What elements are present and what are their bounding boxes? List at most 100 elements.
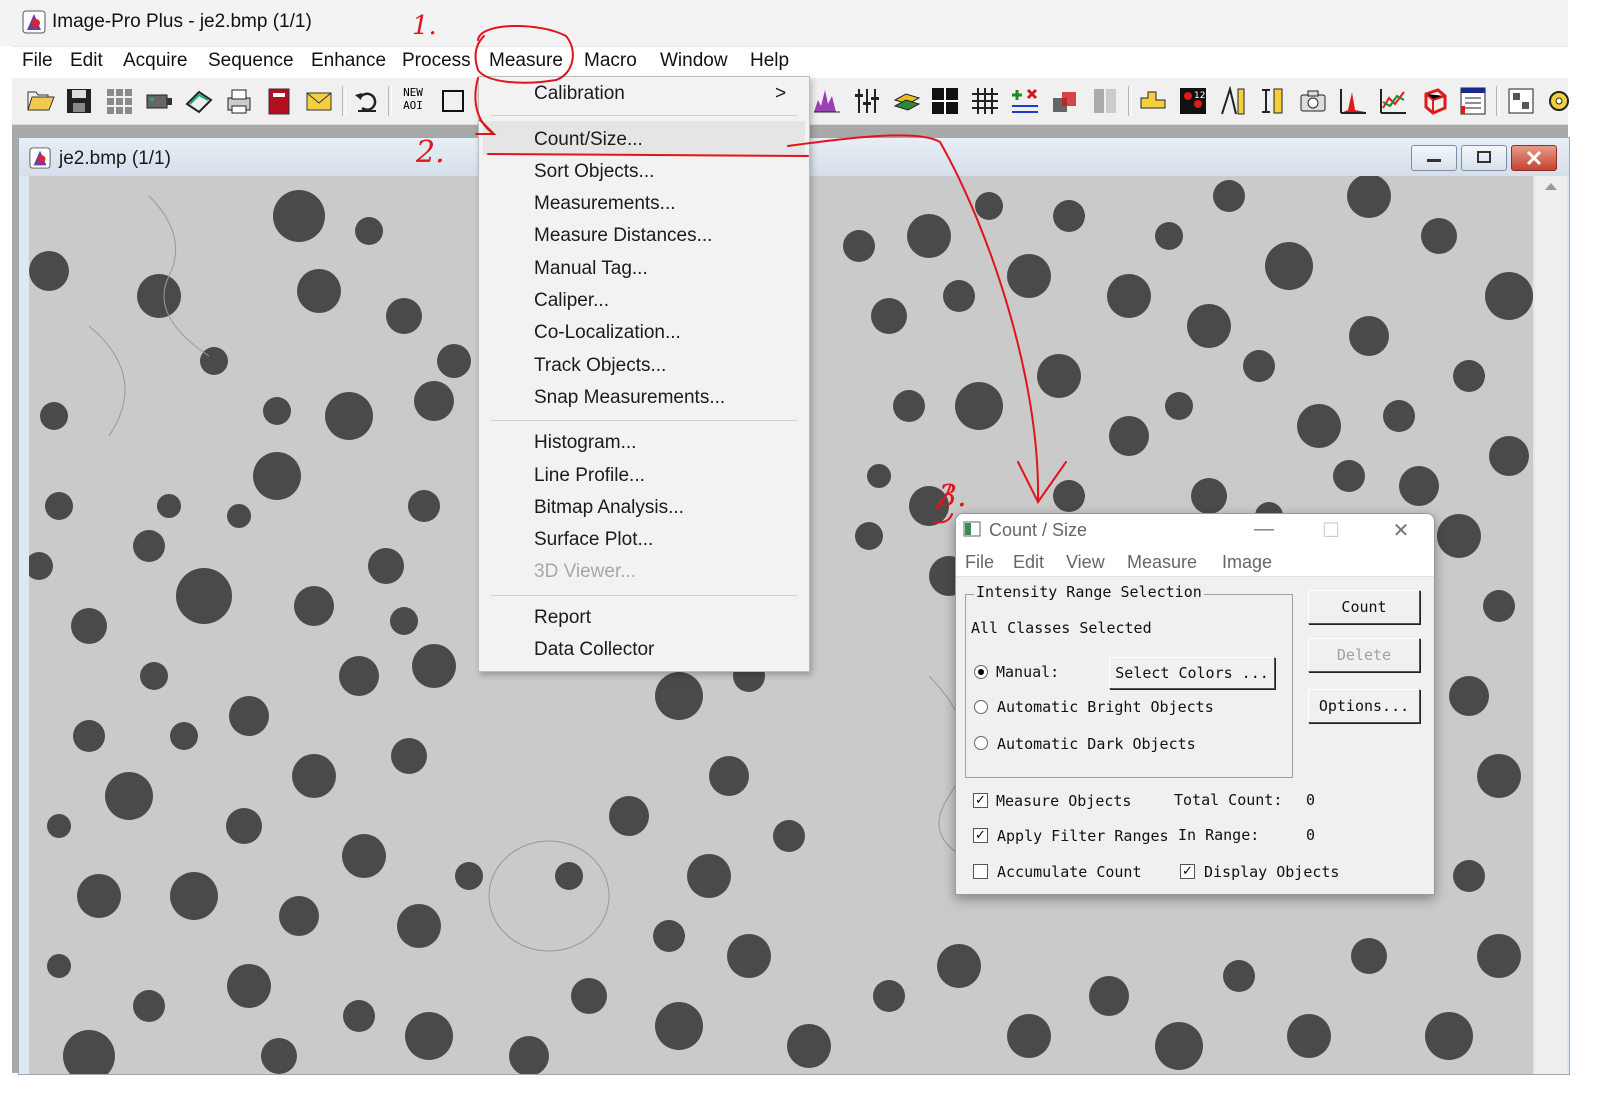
menu-item-calibration[interactable]: Calibration [534,83,625,105]
measure-objects-checkbox[interactable]: ✓ [973,793,988,808]
menu-item-manual-tag[interactable]: Manual Tag... [534,258,648,280]
scroll-up-arrow-icon[interactable] [1535,176,1567,196]
menu-item-co-localization[interactable]: Co-Localization... [534,322,681,344]
menu-item-measurements[interactable]: Measurements... [534,193,676,215]
rectangle-aoi-icon[interactable] [438,86,468,116]
count-objects-icon[interactable]: 12 [1178,86,1208,116]
grid-lines-icon[interactable] [970,86,1000,116]
line-profile-icon[interactable] [1338,86,1368,116]
toolbar-separator [1128,86,1132,116]
dialog-menu-measure[interactable]: Measure [1127,552,1197,573]
undo-icon[interactable] [352,86,382,116]
report-icon[interactable] [1458,86,1488,116]
count-button[interactable]: Count [1308,590,1420,624]
snapshot-camera-icon[interactable] [1298,86,1328,116]
histogram-icon[interactable] [812,86,842,116]
ruler-icon[interactable] [1258,86,1288,116]
bar-sliders-icon[interactable] [852,86,882,116]
display-objects-checkbox[interactable]: ✓ [1180,864,1195,879]
menu-item-sort-objects[interactable]: Sort Objects... [534,161,654,183]
options-button-label: Options... [1318,697,1410,715]
dialog-title-bar[interactable]: Count / Size — ☐ ✕ [956,514,1434,548]
classes-status-text: All Classes Selected [971,619,1152,637]
open-folder-icon[interactable] [26,86,56,116]
menu-item-data-collector[interactable]: Data Collector [534,639,654,661]
dialog-close-button[interactable]: ✕ [1386,518,1416,543]
app-title-bar: Image-Pro Plus - je2.bmp (1/1) [0,0,1568,46]
vertical-scrollbar[interactable] [1535,176,1567,1074]
menu-item-bitmap-analysis[interactable]: Bitmap Analysis... [534,497,684,519]
quad-split-icon[interactable] [930,86,960,116]
menu-acquire[interactable]: Acquire [123,50,187,72]
toolbar-separator [388,86,392,116]
menu-item-count-size[interactable]: Count/Size... [534,129,643,151]
image-window-logo-icon [29,147,51,169]
menu-item-track-objects[interactable]: Track Objects... [534,355,666,377]
camera-acquire-icon[interactable] [144,86,174,116]
window-restore-button[interactable] [1461,145,1507,171]
overlay-icon[interactable] [1050,86,1080,116]
window-close-button[interactable] [1511,145,1557,171]
new-aoi-button[interactable]: NEW AOI [398,86,428,116]
dialog-menu-file[interactable]: File [965,552,994,573]
add-remove-icon[interactable] [1010,86,1040,116]
print-icon[interactable] [224,86,254,116]
count-size-dialog: Count / Size — ☐ ✕ File Edit View Measur… [955,513,1435,895]
new-aoi-label-line1: NEW [403,86,423,99]
grayscale-bar-icon[interactable] [1090,86,1120,116]
menu-separator [491,595,797,596]
select-colors-button[interactable]: Select Colors ... [1109,657,1275,689]
menu-sequence[interactable]: Sequence [208,50,294,72]
intensity-range-group-title: Intensity Range Selection [974,583,1204,601]
menu-measure[interactable]: Measure [489,50,563,72]
grid-icon[interactable] [104,86,134,116]
book-icon[interactable] [264,86,294,116]
data-collector-icon[interactable] [1506,86,1536,116]
menu-item-measure-distances[interactable]: Measure Distances... [534,225,712,247]
layers-icon[interactable] [892,86,922,116]
mail-icon[interactable] [304,86,334,116]
menu-separator [491,420,797,421]
menu-edit[interactable]: Edit [70,50,103,72]
dialog-menu-view[interactable]: View [1066,552,1105,573]
menu-window[interactable]: Window [660,50,728,72]
manual-radio[interactable] [974,665,988,679]
total-count-label: Total Count: [1174,791,1283,809]
save-icon[interactable] [64,86,94,116]
minimize-icon [1427,159,1441,162]
automatic-dark-label: Automatic Dark Objects [997,735,1196,753]
profile-measure-icon[interactable] [1138,86,1168,116]
app-logo-icon [22,10,46,34]
menu-item-snap-measurements[interactable]: Snap Measurements... [534,387,725,409]
3d-cube-icon[interactable] [1418,86,1448,116]
options-button[interactable]: Options... [1308,689,1420,723]
window-minimize-button[interactable] [1411,145,1457,171]
menu-item-report[interactable]: Report [534,607,591,629]
menu-item-surface-plot[interactable]: Surface Plot... [534,529,653,551]
app-title: Image-Pro Plus - je2.bmp (1/1) [52,11,312,32]
accumulate-count-checkbox[interactable] [973,864,988,879]
menu-item-histogram[interactable]: Histogram... [534,432,636,454]
dialog-menu-image[interactable]: Image [1222,552,1272,573]
toolbar-separator [1496,86,1500,116]
apply-filter-ranges-checkbox[interactable]: ✓ [973,828,988,843]
macro-gear-icon[interactable] [1544,86,1574,116]
menu-item-line-profile[interactable]: Line Profile... [534,465,645,487]
in-range-label: In Range: [1178,826,1260,844]
menu-enhance[interactable]: Enhance [311,50,386,72]
apply-filter-ranges-label: Apply Filter Ranges [997,827,1169,845]
multi-line-chart-icon[interactable] [1378,86,1408,116]
scanner-icon[interactable] [184,86,214,116]
caliper-icon[interactable] [1218,86,1248,116]
menu-item-caliper[interactable]: Caliper... [534,290,609,312]
dialog-menu-edit[interactable]: Edit [1013,552,1044,573]
menu-process[interactable]: Process [402,50,471,72]
automatic-dark-radio[interactable] [974,736,988,750]
menu-help[interactable]: Help [750,50,789,72]
manual-radio-label: Manual: [996,663,1060,681]
automatic-bright-radio[interactable] [974,700,988,714]
dialog-maximize-button: ☐ [1322,520,1340,542]
menu-file[interactable]: File [22,50,53,72]
menu-macro[interactable]: Macro [584,50,637,72]
dialog-minimize-button[interactable]: — [1249,518,1279,541]
